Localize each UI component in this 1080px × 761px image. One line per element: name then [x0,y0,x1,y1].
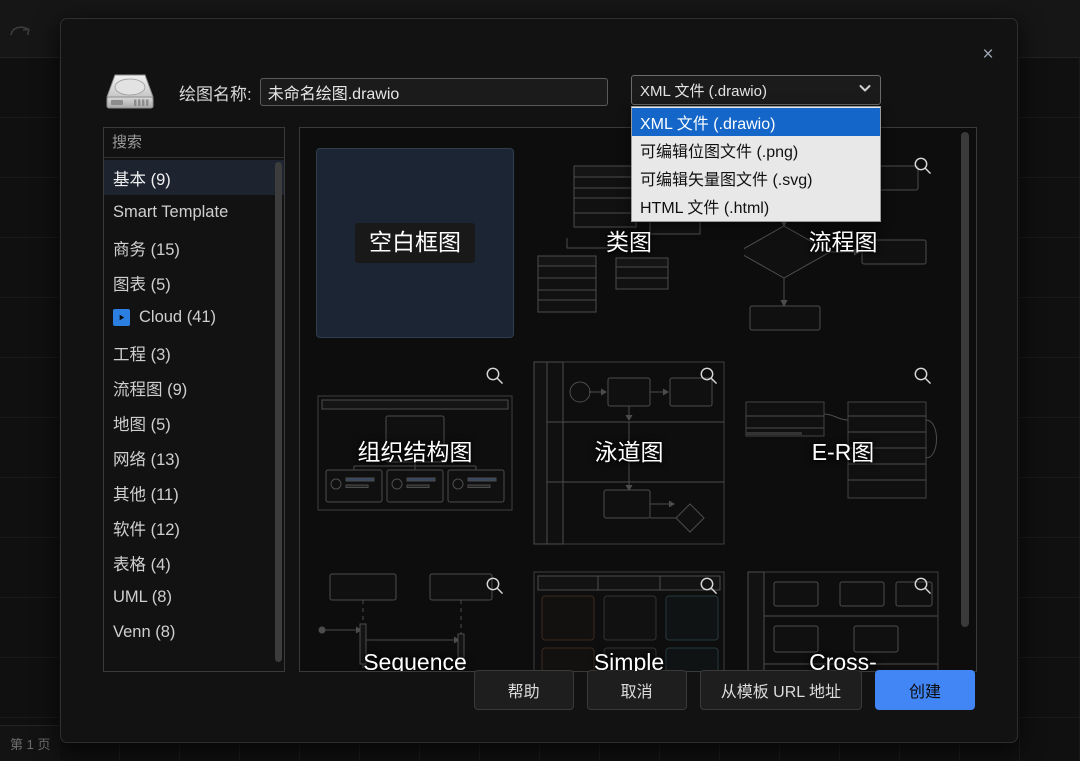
sidebar-item-business[interactable]: 商务 (15) [104,230,284,265]
from-template-url-button[interactable]: 从模板 URL 地址 [699,670,862,710]
zoom-icon[interactable] [913,156,932,180]
sidebar-item-basic[interactable]: 基本 (9) [104,160,284,195]
template-thumbnail [316,148,514,338]
category-label: 其他 (11) [113,485,179,504]
template-scrollbar-track[interactable] [960,128,972,671]
zoom-icon[interactable] [699,576,718,600]
category-label: Cloud (41) [139,308,217,326]
search-input[interactable] [112,134,311,151]
sidebar-item-maps[interactable]: 地图 (5) [104,405,284,440]
category-label: 软件 (12) [113,520,180,539]
filename-input[interactable] [259,78,608,106]
zoom-icon[interactable] [913,576,932,600]
sidebar-item-network[interactable]: 网络 (13) [104,440,284,475]
sidebar-item-other[interactable]: 其他 (11) [104,475,284,510]
redo-icon [8,22,36,42]
format-option[interactable]: 可编辑矢量图文件 (.svg) [632,164,880,192]
template-card-swimlane[interactable]: 泳道图 [522,348,736,558]
page-tab[interactable]: 第 1 页 [0,725,61,761]
sidebar-item-venn[interactable]: Venn (8) [104,615,284,650]
cancel-button[interactable]: 取消 [586,670,687,710]
category-scrollbar[interactable] [275,162,282,662]
template-card-simple[interactable]: Simple [522,558,736,671]
dialog-footer: 帮助 取消 从模板 URL 地址 创建 [473,670,975,710]
chevron-down-icon [858,81,872,99]
new-diagram-dialog: × 绘图名称: 未命名绘图.drawio XML 文件 (.drawio) XM… [60,18,1018,743]
category-label: 网络 (13) [113,450,180,469]
create-button[interactable]: 创建 [875,670,975,710]
sidebar-item-flowchart[interactable]: 流程图 (9) [104,370,284,405]
template-card-org-chart[interactable]: 组织结构图 [308,348,522,558]
format-option[interactable]: XML 文件 (.drawio) [632,108,880,136]
format-select-wrapper: XML 文件 (.drawio) XML 文件 (.drawio) 可编辑位图文… [631,75,881,222]
format-option[interactable]: HTML 文件 (.html) [632,192,880,220]
format-select-value: XML 文件 (.drawio) [640,82,767,100]
format-option[interactable]: 可编辑位图文件 (.png) [632,136,880,164]
category-label: Smart Template [113,203,229,221]
format-select[interactable]: XML 文件 (.drawio) [631,75,881,105]
zoom-icon[interactable] [699,366,718,390]
sidebar-item-software[interactable]: 软件 (12) [104,510,284,545]
category-label: Venn (8) [113,623,176,641]
category-label: 流程图 (9) [113,380,188,399]
category-list: 基本 (9) Smart Template 商务 (15) 图表 (5) Clo… [104,158,284,671]
template-card-cross-functional[interactable]: Cross- [736,558,950,671]
template-scrollbar-thumb[interactable] [961,132,969,627]
format-options-list[interactable]: XML 文件 (.drawio) 可编辑位图文件 (.png) 可编辑矢量图文件… [631,106,881,222]
help-button[interactable]: 帮助 [473,670,574,710]
sidebar-item-smart-template[interactable]: Smart Template [104,195,284,230]
category-label: UML (8) [113,588,172,606]
category-label: 图表 (5) [113,275,171,294]
category-label: 地图 (5) [113,415,171,434]
sidebar-item-tables[interactable]: 表格 (4) [104,545,284,580]
page-tab-label: 第 1 页 [10,737,51,752]
sidebar-item-engineering[interactable]: 工程 (3) [104,335,284,370]
zoom-icon[interactable] [485,366,504,390]
zoom-icon[interactable] [485,576,504,600]
sidebar-item-uml[interactable]: UML (8) [104,580,284,615]
template-card-sequence[interactable]: Sequence [308,558,522,671]
filename-label: 绘图名称: [179,84,252,104]
category-label: 表格 (4) [113,555,171,574]
template-card-blank[interactable]: 空白框图 [308,138,522,348]
template-card-er-diagram[interactable]: E-R图 [736,348,950,558]
sidebar-item-charts[interactable]: 图表 (5) [104,265,284,300]
category-label: 工程 (3) [113,345,171,364]
zoom-icon[interactable] [913,366,932,390]
category-label: 商务 (15) [113,240,180,259]
sidebar-item-cloud[interactable]: Cloud (41) [104,300,284,335]
search-row [104,128,327,158]
drive-icon [103,71,157,113]
cloud-badge-icon [113,309,130,326]
category-panel: 基本 (9) Smart Template 商务 (15) 图表 (5) Clo… [103,127,327,672]
category-label: 基本 (9) [113,170,171,189]
